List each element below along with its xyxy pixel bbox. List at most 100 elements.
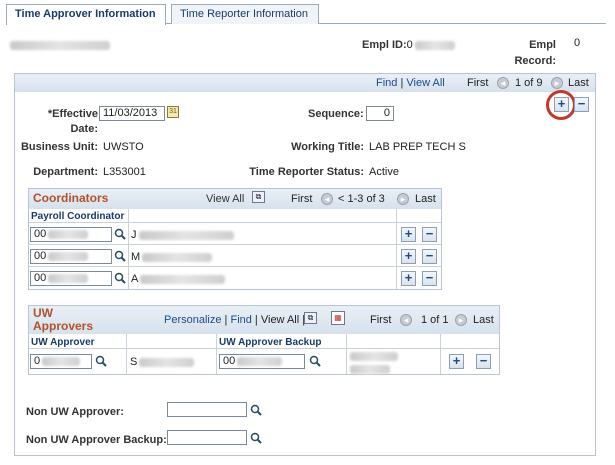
- plus-icon[interactable]: +: [401, 271, 416, 286]
- arrow-left-icon[interactable]: ◂: [497, 77, 509, 89]
- col-divider: [126, 334, 127, 374]
- coordinators-view-all[interactable]: View All: [206, 193, 244, 205]
- coordinators-first: First: [291, 193, 313, 205]
- coordinator-id-input[interactable]: 00: [30, 249, 112, 264]
- plus-icon[interactable]: +: [554, 97, 569, 112]
- empl-id-prefix: 0: [406, 39, 413, 51]
- uw-first: First: [370, 314, 392, 326]
- uw-approver-name: S: [130, 356, 195, 368]
- coordinator-name: J: [131, 229, 234, 241]
- coordinators-range: < 1-3 of 3: [338, 193, 385, 205]
- col-divider: [216, 334, 217, 374]
- search-icon[interactable]: [250, 404, 262, 419]
- coordinator-id-prefix: 00: [34, 272, 47, 284]
- empl-id-field: Empl ID:0: [362, 39, 455, 51]
- find-link[interactable]: Find: [230, 314, 251, 326]
- arrow-right-icon[interactable]: ▸: [455, 314, 467, 326]
- uw-approver-name-prefix: S: [130, 356, 138, 368]
- non-uw-approver-backup-label: Non UW Approver Backup:: [26, 434, 167, 446]
- uw-approver-backup-input[interactable]: 00: [219, 354, 305, 369]
- time-reporter-status-value: Active: [369, 166, 399, 178]
- minus-icon[interactable]: −: [476, 354, 491, 369]
- minus-icon[interactable]: −: [574, 97, 589, 112]
- search-icon[interactable]: [250, 432, 262, 447]
- redacted: [138, 230, 234, 240]
- tab-time-approver-information[interactable]: Time Approver Information: [6, 4, 166, 25]
- redacted: [139, 357, 195, 367]
- minus-icon[interactable]: −: [422, 271, 437, 286]
- coordinators-title: Coordinators: [33, 191, 109, 205]
- coordinator-name: A: [131, 273, 226, 285]
- non-uw-approver-label: Non UW Approver:: [26, 406, 124, 418]
- first-label: First: [467, 77, 489, 89]
- coordinators-prev: <: [338, 193, 345, 205]
- tab-time-reporter-information[interactable]: Time Reporter Information: [171, 4, 319, 24]
- empl-id-redacted: [414, 40, 455, 50]
- search-icon[interactable]: [114, 272, 126, 287]
- minus-icon[interactable]: −: [422, 227, 437, 242]
- coordinators-last: Last: [415, 193, 436, 205]
- uw-approver-backup-header: UW Approver Backup: [219, 337, 322, 348]
- coordinator-id-input[interactable]: 00: [30, 227, 112, 242]
- view-all-icon[interactable]: ⧉: [252, 191, 265, 203]
- redacted: [140, 274, 226, 284]
- coordinator-id-prefix: 00: [34, 250, 47, 262]
- non-uw-approver-input[interactable]: [167, 402, 247, 417]
- redacted: [48, 229, 89, 239]
- uw-range: 1 of 1: [421, 314, 449, 326]
- search-icon[interactable]: [309, 355, 321, 370]
- calendar-icon[interactable]: 31: [167, 106, 179, 118]
- coordinator-id-prefix: 00: [34, 228, 47, 240]
- tab-bar: Time Approver Information Time Reporter …: [6, 4, 606, 25]
- arrow-left-icon[interactable]: ◂: [400, 314, 412, 326]
- plus-icon[interactable]: +: [401, 249, 416, 264]
- empl-record-label: Empl Record:: [514, 39, 556, 67]
- coordinators-range-text: 1-3 of 3: [347, 193, 385, 205]
- find-link[interactable]: Find: [376, 77, 397, 89]
- view-all-link[interactable]: View All: [406, 77, 444, 89]
- uw-backup-prefix: 00: [223, 355, 236, 367]
- coordinator-name-prefix: M: [131, 251, 141, 263]
- working-title-value: LAB PREP TECH S: [369, 141, 466, 153]
- sequence-input[interactable]: 0: [366, 106, 394, 121]
- search-icon[interactable]: [95, 355, 107, 370]
- minus-icon[interactable]: −: [422, 249, 437, 264]
- department-label: Department:: [33, 166, 98, 178]
- working-title-label: Working Title:: [291, 141, 364, 153]
- uw-approvers-links: Personalize | Find | View All |: [164, 314, 306, 326]
- download-icon[interactable]: ▦: [331, 311, 345, 325]
- effective-date-input[interactable]: 11/03/2013: [99, 106, 165, 121]
- redacted: [48, 273, 89, 283]
- main-nav-links: Find | View All: [376, 77, 445, 89]
- last-label: Last: [568, 77, 589, 89]
- uw-backup-name: [350, 352, 410, 374]
- non-uw-approver-backup-input[interactable]: [167, 430, 247, 445]
- redacted: [42, 356, 81, 366]
- arrow-right-icon[interactable]: ▸: [551, 77, 563, 89]
- uw-approver-prefix: 0: [34, 355, 41, 367]
- view-all-link[interactable]: View All: [261, 314, 299, 326]
- employee-name-redacted: [10, 41, 110, 50]
- view-all-icon[interactable]: ⧉: [304, 312, 317, 324]
- plus-icon[interactable]: +: [449, 354, 464, 369]
- arrow-left-icon[interactable]: ◂: [321, 193, 333, 205]
- effective-date-label: *Effective Date:: [47, 108, 98, 135]
- business-unit-value: UWSTO: [103, 141, 144, 153]
- arrow-right-icon[interactable]: ▸: [397, 193, 409, 205]
- uw-approver-input[interactable]: 0: [30, 354, 92, 369]
- payroll-coordinator-header: Payroll Coordinator: [31, 211, 125, 222]
- empl-record-value: 0: [574, 37, 581, 49]
- col-divider: [440, 334, 441, 374]
- row-divider: [29, 348, 499, 349]
- redacted: [237, 356, 283, 366]
- plus-icon[interactable]: +: [401, 227, 416, 242]
- empl-id-label: Empl ID:: [362, 39, 407, 51]
- redacted: [142, 252, 213, 262]
- search-icon[interactable]: [114, 228, 126, 243]
- uw-approver-header: UW Approver: [31, 337, 95, 348]
- redacted: [48, 251, 89, 261]
- coordinator-id-input[interactable]: 00: [30, 271, 112, 286]
- search-icon[interactable]: [114, 250, 126, 265]
- business-unit-label: Business Unit:: [20, 141, 98, 153]
- personalize-link[interactable]: Personalize: [164, 314, 221, 326]
